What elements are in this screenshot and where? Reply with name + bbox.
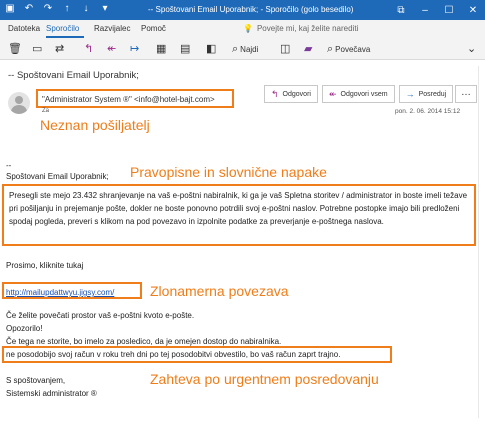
archive-button[interactable]: ▭ xyxy=(32,41,42,57)
reply-icon: ↰ xyxy=(84,42,94,55)
minimize-icon[interactable]: – xyxy=(413,0,437,20)
to-label: Za xyxy=(42,108,50,114)
tags-button[interactable]: ◧ xyxy=(206,41,216,57)
sender-avatar xyxy=(8,92,30,114)
search-icon: ⌕ xyxy=(232,42,239,55)
reply-all-label: Odgovori vsem xyxy=(340,90,388,98)
reply-label: Odgovori xyxy=(282,90,311,98)
chevron-down-icon: ⌄ xyxy=(467,42,477,55)
down-arrow-icon[interactable]: ↓ xyxy=(80,3,92,15)
zoom-label: Povečava xyxy=(335,44,371,54)
body-urgent: ne posodobijo svoj račun v roku treh dni… xyxy=(6,350,341,359)
redo-icon[interactable]: ↷ xyxy=(42,3,54,15)
body-line-3: Če tega ne storite, bo imelo za posledic… xyxy=(6,337,282,346)
annotation-malicious-link: Zlonamerna povezava xyxy=(150,283,289,299)
annotation-unknown-sender: Neznan pošiljatelj xyxy=(40,117,150,133)
archive-icon: ▭ xyxy=(32,42,43,55)
rules-icon: ⇄ xyxy=(55,42,65,55)
tab-datoteka[interactable]: Datoteka xyxy=(8,24,40,33)
lightbulb-icon: 💡 xyxy=(243,24,253,33)
reply-all-icon: ↞ xyxy=(328,88,337,99)
annotation-spelling: Pravopisne in slovnične napake xyxy=(130,164,327,180)
body-please-click: Prosimo, kliknite tukaj xyxy=(6,261,84,270)
rules-button[interactable]: ⇄ xyxy=(55,41,64,57)
zoom-button[interactable]: ⌕ Povečava xyxy=(327,41,370,57)
body-signature: Sistemski administrator ® xyxy=(6,389,97,398)
zoom-icon: ⌕ xyxy=(327,42,334,55)
ribbon-collapse-button[interactable]: ⌄ xyxy=(467,41,476,57)
forward-icon: ↦ xyxy=(130,42,140,55)
find-button[interactable]: ⌕ Najdi xyxy=(232,41,258,57)
move-button[interactable]: ▤ xyxy=(180,41,190,57)
forward-toolbar-button[interactable]: ↦ xyxy=(130,41,139,57)
translate-icon: ◫ xyxy=(280,42,291,55)
tab-pomoc[interactable]: Pomoč xyxy=(141,24,166,33)
delete-button[interactable]: 🗑 xyxy=(8,41,22,57)
forward-button[interactable]: → Posreduj xyxy=(398,85,454,103)
reply-all-toolbar-button[interactable]: ↞ xyxy=(107,41,116,57)
annotation-urgent-forward: Zahteva po urgentnem posredovanju xyxy=(150,371,379,387)
forward-icon: → xyxy=(405,89,415,99)
reply-button[interactable]: ↰ Odgovori xyxy=(264,85,318,103)
meeting-button[interactable]: ▦ xyxy=(156,41,166,57)
onenote-icon: ▰ xyxy=(304,42,313,55)
body-line-1: Če želite povečati prostor vaš e-poštni … xyxy=(6,311,195,320)
reply-toolbar-button[interactable]: ↰ xyxy=(84,41,93,57)
tab-razvijalec[interactable]: Razvijalec xyxy=(94,24,130,33)
title-bar: ▣ ↶ ↷ ↑ ↓ ▾ -- Spoštovani Email Uporabni… xyxy=(0,0,485,20)
reply-all-button[interactable]: ↞ Odgovori vsem xyxy=(321,85,395,103)
trash-icon: 🗑 xyxy=(8,42,22,55)
ribbon-toolbar: 🗑 ▭ ⇄ ↰ ↞ ↦ ▦ ▤ ◧ ⌕ Najdi ◫ ▰ ⌕ Povečava… xyxy=(0,38,485,60)
quick-access-toolbar: ▣ ↶ ↷ ↑ ↓ ▾ xyxy=(4,3,111,15)
more-actions-button[interactable]: … xyxy=(455,85,477,103)
close-icon[interactable]: ✕ xyxy=(461,0,485,20)
tell-me-text: Povejte mi, kaj želite narediti xyxy=(256,24,359,33)
tell-me-search[interactable]: 💡 Povejte mi, kaj želite narediti xyxy=(243,24,358,33)
onenote-button[interactable]: ▰ xyxy=(304,41,312,57)
reply-icon: ↰ xyxy=(271,88,279,99)
reply-all-icon: ↞ xyxy=(107,42,117,55)
sender-address[interactable]: "Administrator System ®" <info@hotel-baj… xyxy=(42,95,215,104)
translate-button[interactable]: ◫ xyxy=(280,41,290,57)
window-controls: ⧉ – ☐ ✕ xyxy=(389,0,485,20)
tab-sporocilo[interactable]: Sporočilo xyxy=(46,24,79,33)
tag-icon: ◧ xyxy=(206,42,217,55)
message-subject: -- Spoštovani Email Uporabnik; xyxy=(8,70,139,81)
body-greeting: Spoštovani Email Uporabnik; xyxy=(6,172,109,181)
ribbon-tabs: Datoteka Sporočilo Razvijalec Pomoč 💡 Po… xyxy=(0,20,485,38)
undo-icon[interactable]: ↶ xyxy=(23,3,35,15)
body-closing: S spoštovanjem, xyxy=(6,376,66,385)
restore-icon[interactable]: ⧉ xyxy=(389,0,413,20)
save-icon[interactable]: ▣ xyxy=(4,3,16,15)
reading-pane-scrollbar[interactable] xyxy=(478,66,479,418)
body-paragraph: Presegli ste mejo 23.432 shranjevanje na… xyxy=(9,191,468,226)
message-actions: ↰ Odgovori ↞ Odgovori vsem → Posreduj xyxy=(264,85,454,103)
dropdown-icon[interactable]: ▾ xyxy=(99,3,111,15)
meeting-icon: ▦ xyxy=(156,42,167,55)
forward-label: Posreduj xyxy=(418,90,447,98)
body-line-2: Opozorilo! xyxy=(6,324,43,333)
folder-icon: ▤ xyxy=(180,42,191,55)
up-arrow-icon[interactable]: ↑ xyxy=(61,3,73,15)
find-label: Najdi xyxy=(240,44,259,54)
body-dashes: -- xyxy=(6,161,12,170)
malicious-link[interactable]: http://mailupdattwyu.jigsy.com/ xyxy=(6,288,114,297)
window-title: -- Spoštovani Email Uporabnik; - Sporoči… xyxy=(148,5,354,14)
message-date: pon. 2. 06. 2014 15:12 xyxy=(395,108,461,115)
maximize-icon[interactable]: ☐ xyxy=(437,0,461,20)
